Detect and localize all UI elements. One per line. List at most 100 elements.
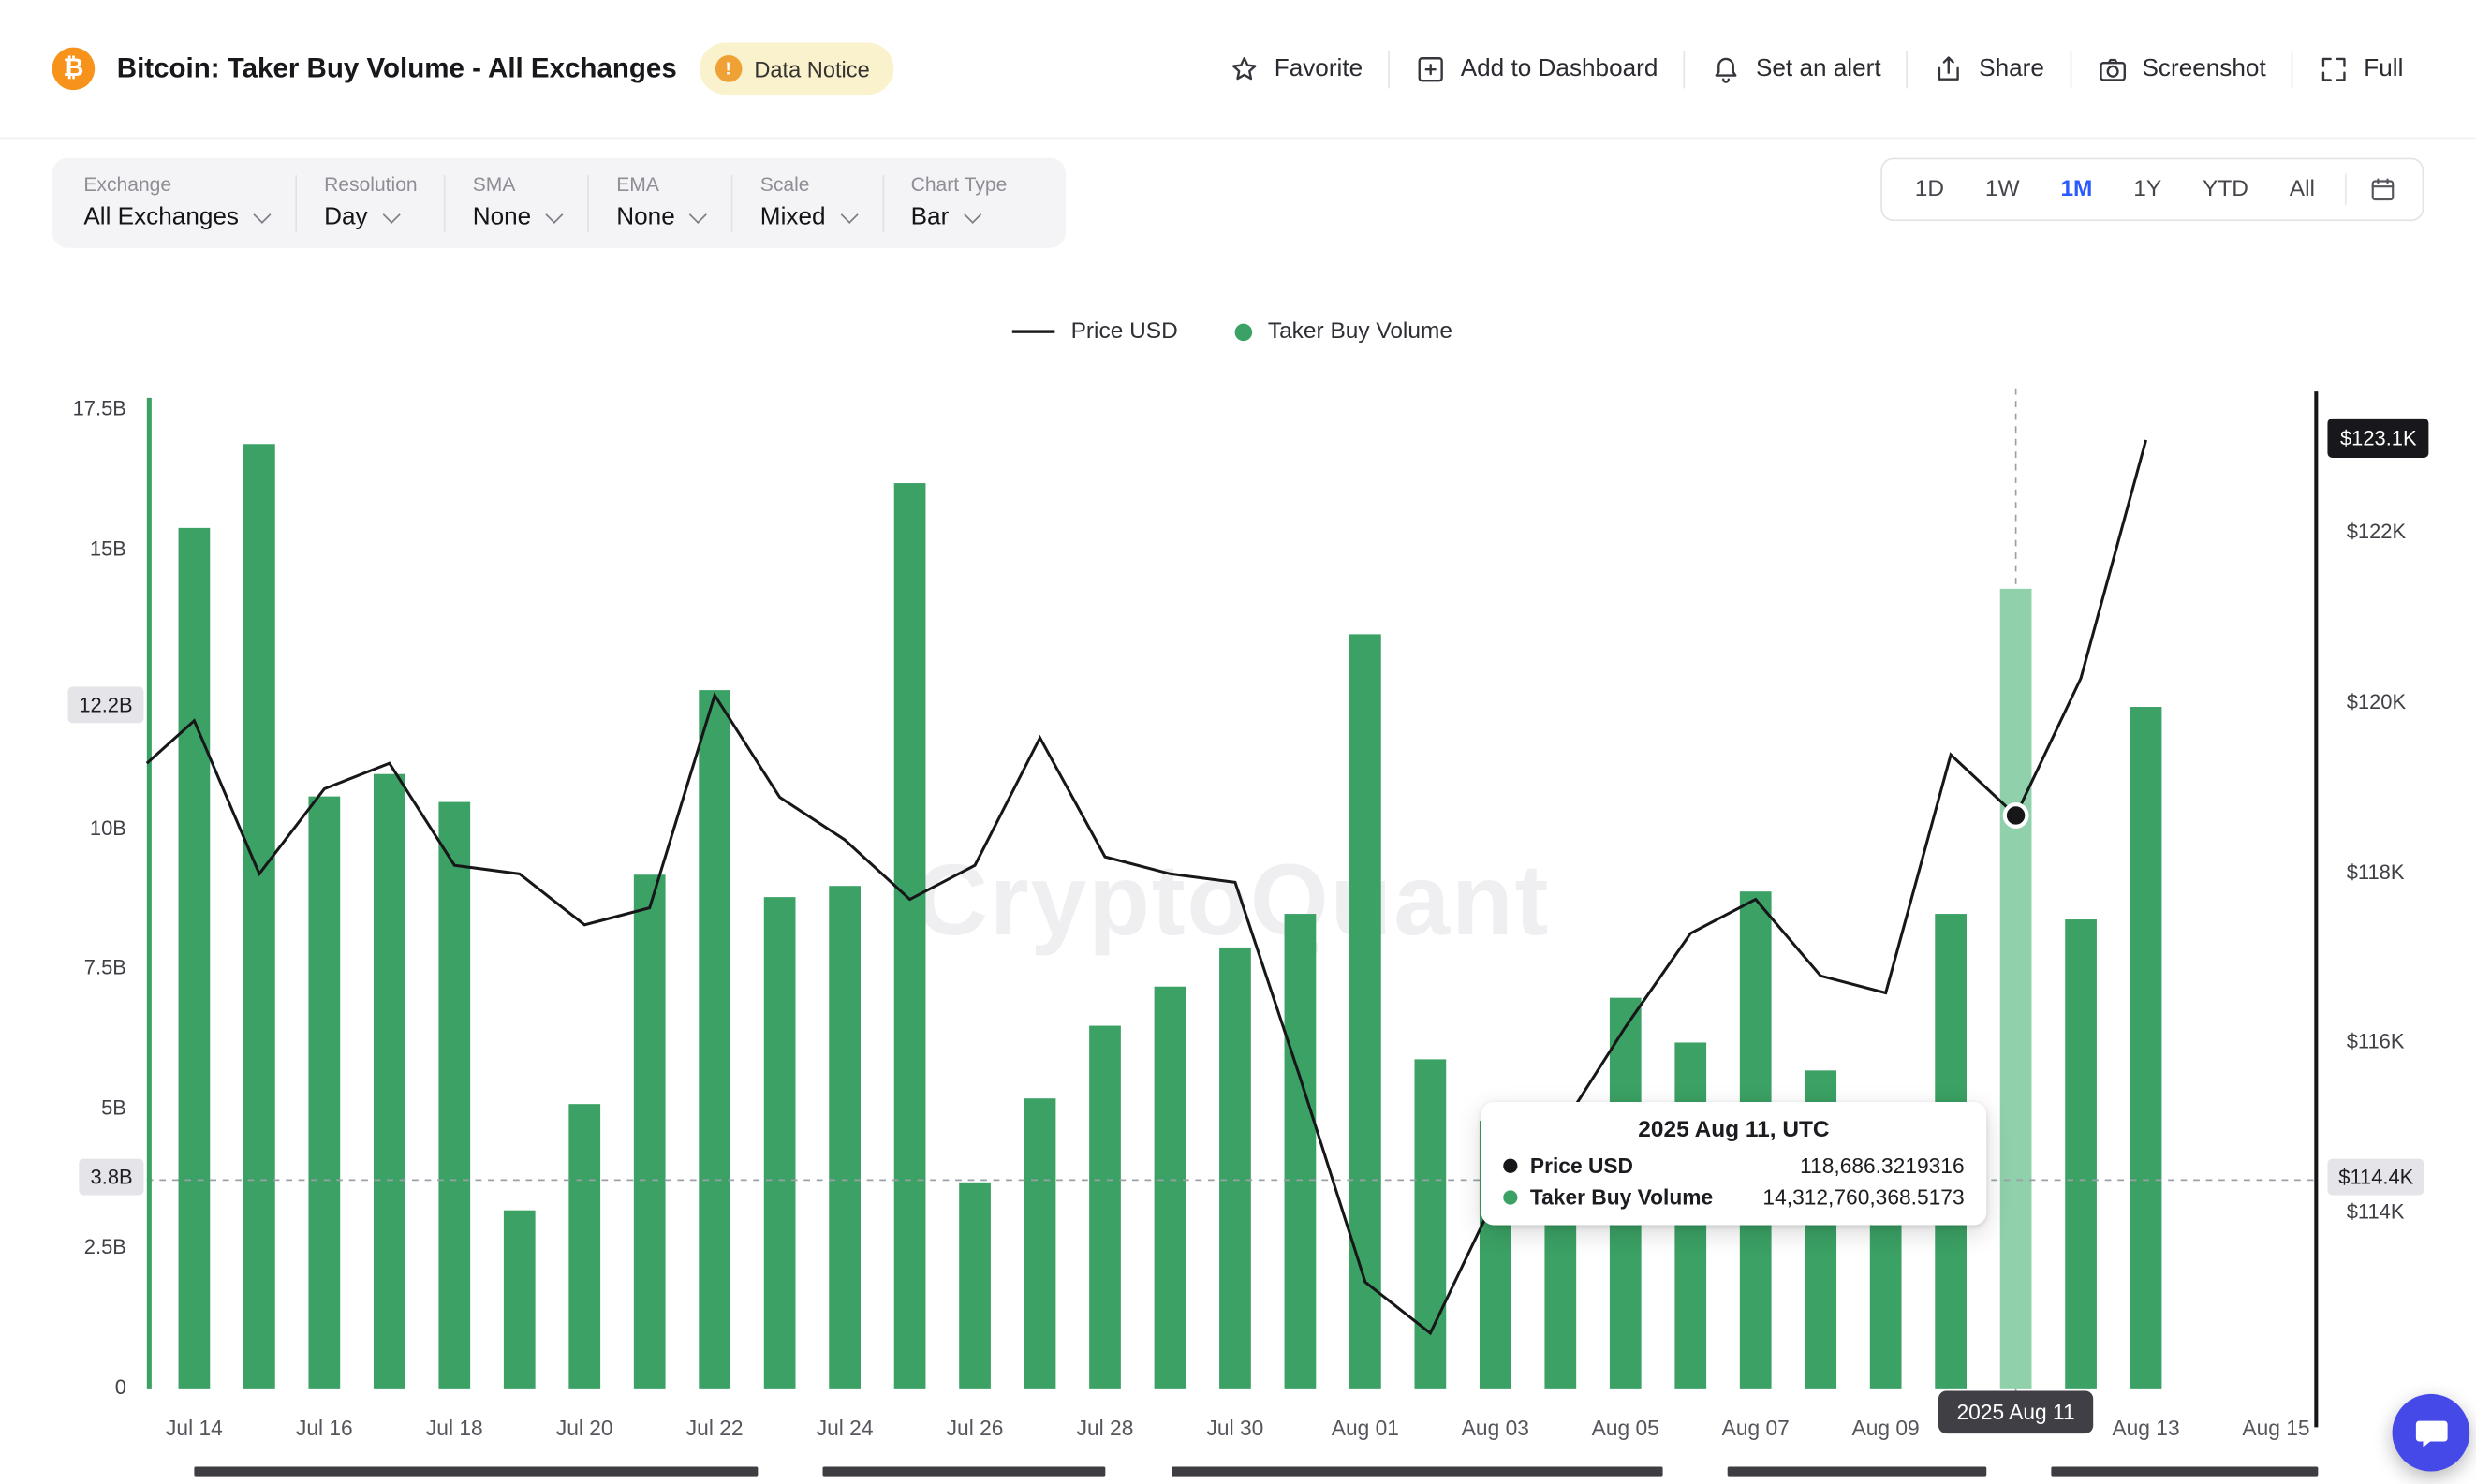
volume-bar-jul-19[interactable] [504, 1211, 536, 1389]
left-axis-tick: 7.5B [0, 956, 126, 979]
volume-bar-jul-20[interactable] [568, 1104, 600, 1389]
calendar-icon [2368, 175, 2396, 203]
volume-bar-jul-15[interactable] [243, 444, 275, 1389]
volume-bar-jul-24[interactable] [829, 886, 861, 1389]
scale-dropdown[interactable]: Scale Mixed [733, 173, 882, 231]
sma-value: None [473, 204, 531, 232]
x-axis-tick: Jul 14 [166, 1417, 223, 1440]
volume-bar-jul-18[interactable] [438, 802, 470, 1389]
resolution-dropdown[interactable]: Resolution Day [297, 173, 444, 231]
left-axis-tick: 17.5B [0, 396, 126, 419]
current-price-label: $123.1K [2327, 418, 2429, 457]
chevron-down-icon [546, 206, 564, 224]
volume-bar-jul-23[interactable] [764, 897, 796, 1389]
range-tab-all[interactable]: All [2269, 168, 2336, 212]
range-tab-1d[interactable]: 1D [1894, 168, 1965, 212]
range-tab-ytd[interactable]: YTD [2182, 168, 2269, 212]
chart-type-value: Bar [911, 204, 950, 232]
resolution-label: Resolution [324, 173, 418, 196]
current-volume-label: 12.2B [68, 686, 144, 723]
share-icon [1933, 52, 1965, 84]
set-alert-label: Set an alert [1756, 54, 1881, 82]
app-window: ₿ Bitcoin: Taker Buy Volume - All Exchan… [0, 0, 2476, 1477]
volume-bar-jul-31[interactable] [1285, 914, 1317, 1389]
volume-bar-jul-21[interactable] [634, 874, 666, 1389]
volume-bar-jul-26[interactable] [959, 1183, 991, 1389]
volume-bar-aug-11[interactable] [2000, 589, 2032, 1389]
screenshot-label: Screenshot [2142, 54, 2265, 82]
screenshot-button[interactable]: Screenshot [2071, 52, 2292, 84]
divider [2345, 173, 2347, 205]
x-axis-tick: Jul 16 [296, 1417, 353, 1440]
volume-bar-jul-29[interactable] [1155, 987, 1186, 1389]
volume-bar-aug-02[interactable] [1414, 1059, 1446, 1388]
chart-plot-area[interactable] [147, 379, 2319, 1484]
x-axis-tick: Jul 22 [686, 1417, 744, 1440]
range-tab-1w[interactable]: 1W [1965, 168, 2041, 212]
right-axis-tick: $118K [2347, 860, 2405, 883]
volume-bar-aug-13[interactable] [2130, 707, 2162, 1389]
favorite-button[interactable]: Favorite [1203, 52, 1388, 84]
scale-label: Scale [760, 173, 856, 196]
sma-dropdown[interactable]: SMA None [446, 173, 588, 231]
x-axis-tick: Aug 01 [1332, 1417, 1399, 1440]
volume-bar-jul-28[interactable] [1089, 1026, 1121, 1389]
legend-taker-buy-volume[interactable]: Taker Buy Volume [1234, 319, 1452, 345]
range-tab-1y[interactable]: 1Y [2113, 168, 2182, 212]
star-icon [1229, 52, 1260, 84]
exchange-dropdown[interactable]: Exchange All Exchanges [83, 173, 295, 231]
ema-dropdown[interactable]: EMA None [590, 173, 732, 231]
volume-bar-jul-14[interactable] [179, 528, 211, 1389]
chevron-down-icon [254, 206, 272, 224]
volume-bar-jul-30[interactable] [1219, 948, 1251, 1389]
volume-bar-jul-16[interactable] [308, 797, 340, 1389]
chart-type-dropdown[interactable]: Chart Type Bar [884, 173, 1034, 231]
volume-bar-aug-01[interactable] [1349, 634, 1381, 1388]
add-to-dashboard-button[interactable]: Add to Dashboard [1390, 52, 1684, 84]
legend-price-usd[interactable]: Price USD [1012, 319, 1178, 345]
right-axis-tick: $114K [2347, 1200, 2405, 1224]
tooltip-volume-value: 14,312,760,368.5173 [1762, 1185, 1964, 1209]
left-axis-tick: 5B [0, 1095, 126, 1119]
ema-label: EMA [616, 173, 705, 196]
calendar-button[interactable] [2356, 169, 2410, 210]
chevron-down-icon [689, 206, 707, 224]
right-axis-tick: $116K [2347, 1030, 2405, 1053]
bottom-strip-segment [2051, 1466, 2318, 1476]
bottom-strip-segment [823, 1466, 1106, 1476]
data-notice-label: Data Notice [754, 56, 869, 81]
time-range-selector: 1D1W1M1YYTDAll [1880, 158, 2424, 221]
legend-volume-label: Taker Buy Volume [1268, 319, 1452, 345]
x-axis-tick: Aug 09 [1852, 1417, 1920, 1440]
dashboard-add-icon [1415, 52, 1447, 84]
volume-bar-jul-17[interactable] [374, 774, 405, 1389]
bottom-strip-segment [1728, 1466, 1987, 1476]
range-tab-1m[interactable]: 1M [2041, 168, 2114, 212]
x-axis-tick: Jul 28 [1077, 1417, 1134, 1440]
price-line-swatch [1012, 330, 1055, 332]
bottom-strip-segment [194, 1466, 758, 1476]
right-axis-tick: $120K [2347, 689, 2406, 713]
volume-bar-jul-27[interactable] [1024, 1098, 1056, 1389]
share-button[interactable]: Share [1908, 52, 2070, 84]
volume-bar-aug-12[interactable] [2065, 919, 2097, 1389]
volume-dot-icon [1503, 1190, 1517, 1204]
chart-settings-bar: Exchange All Exchanges Resolution Day SM… [52, 158, 1066, 248]
volume-bar-jul-25[interactable] [894, 483, 926, 1389]
chat-button[interactable] [2393, 1394, 2470, 1472]
chart-legend: Price USD Taker Buy Volume [147, 319, 2319, 345]
left-axis-tick: 10B [0, 815, 126, 839]
set-alert-button[interactable]: Set an alert [1685, 52, 1907, 84]
left-axis-tick: 2.5B [0, 1235, 126, 1258]
price-dot-icon [1503, 1159, 1517, 1173]
data-notice-badge[interactable]: ! Data Notice [699, 43, 893, 96]
fullscreen-button[interactable]: Full [2292, 52, 2428, 84]
camera-icon [2097, 52, 2129, 84]
expand-icon [2318, 52, 2350, 84]
tooltip-volume-label: Taker Buy Volume [1530, 1185, 1713, 1209]
ema-value: None [616, 204, 674, 232]
resolution-value: Day [324, 204, 368, 232]
crosshair-date-label: 2025 Aug 11 [1938, 1391, 2094, 1434]
volume-bar-jul-22[interactable] [699, 690, 730, 1389]
x-axis-tick: Aug 15 [2242, 1417, 2309, 1440]
